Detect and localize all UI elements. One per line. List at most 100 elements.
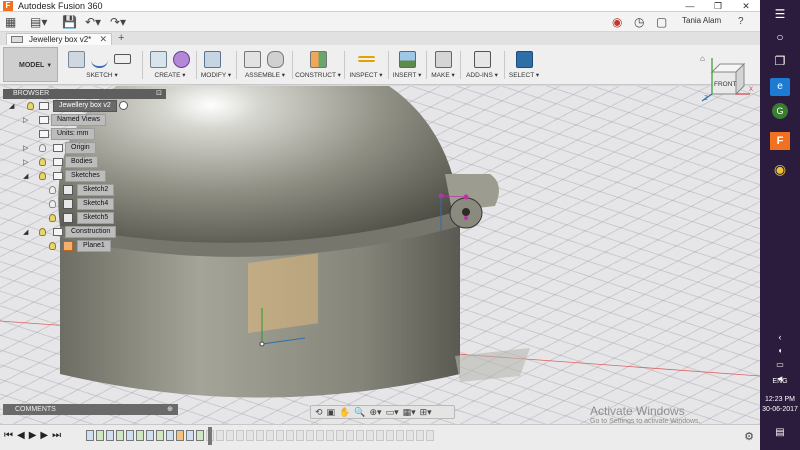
sketch-pencil-icon[interactable]	[68, 50, 85, 68]
tab-close-icon[interactable]: ✕	[99, 34, 107, 45]
expand-arrow-icon[interactable]: ▷	[23, 144, 28, 152]
sketch4-label[interactable]: Sketch4	[77, 198, 115, 210]
app-green-icon[interactable]: G	[772, 103, 788, 119]
new-tab-button[interactable]: +	[118, 32, 124, 44]
press-pull-icon[interactable]	[204, 50, 221, 68]
timeline-feature[interactable]	[376, 430, 384, 441]
pan-icon[interactable]: ✋	[339, 407, 350, 418]
sketch2-label[interactable]: Sketch2	[77, 184, 115, 196]
timeline-start-icon[interactable]: ⏮	[4, 430, 13, 441]
create-menu[interactable]: CREATE	[155, 72, 181, 79]
insert-menu[interactable]: INSERT	[393, 72, 417, 79]
display-settings-icon[interactable]: ▭▾	[386, 407, 399, 418]
timeline-feature[interactable]	[216, 430, 224, 441]
browser-pin-icon[interactable]: ⊡	[156, 89, 162, 99]
view-cube[interactable]: FRONT X Z ⌂	[700, 54, 755, 104]
fit-zoom-icon[interactable]: ⊕▾	[370, 407, 382, 418]
joint-icon[interactable]	[267, 50, 284, 68]
clock-date[interactable]: 30-06-2017	[760, 406, 800, 413]
timeline-feature[interactable]	[336, 430, 344, 441]
visibility-bulb-icon[interactable]	[39, 144, 46, 152]
document-tab[interactable]: Jewellery box v2* ✕	[6, 33, 112, 45]
timeline-forward-icon[interactable]: ▶	[40, 430, 48, 441]
timeline-feature[interactable]	[286, 430, 294, 441]
visibility-bulb-icon[interactable]	[49, 214, 56, 222]
file-menu-icon[interactable]: ▤▾	[30, 15, 47, 29]
add-ins-menu[interactable]: ADD-INS	[466, 72, 493, 79]
timeline-marker[interactable]	[208, 427, 212, 445]
select-group[interactable]: SELECT ▾	[506, 47, 542, 83]
timeline-feature[interactable]	[296, 430, 304, 441]
timeline-feature[interactable]	[166, 430, 174, 441]
zoom-icon[interactable]: 🔍	[354, 407, 365, 418]
offset-plane-icon[interactable]	[309, 50, 327, 68]
visibility-bulb-icon[interactable]	[49, 186, 56, 194]
timeline-feature[interactable]	[186, 430, 194, 441]
3d-print-icon[interactable]	[434, 50, 452, 68]
sketch5-label[interactable]: Sketch5	[77, 212, 115, 224]
timeline-feature[interactable]	[426, 430, 434, 441]
bodies-label[interactable]: Bodies	[65, 156, 99, 168]
timeline-back-icon[interactable]: ◀	[17, 430, 25, 441]
viewports-icon[interactable]: ⊞▾	[420, 407, 432, 418]
activate-radio-icon[interactable]	[119, 101, 128, 110]
insert-image-icon[interactable]	[398, 50, 416, 68]
visibility-bulb-icon[interactable]	[39, 158, 46, 166]
help-icon[interactable]: ?	[738, 15, 744, 29]
construct-group[interactable]: CONSTRUCT ▾	[294, 47, 342, 83]
language-indicator[interactable]: ENG	[760, 378, 800, 385]
sphere-form-icon[interactable]	[173, 50, 190, 68]
visibility-bulb-icon[interactable]	[27, 102, 34, 110]
select-menu[interactable]: SELECT	[509, 72, 534, 79]
timeline-feature[interactable]	[366, 430, 374, 441]
undo-icon[interactable]: ↶▾	[85, 15, 101, 29]
units-label[interactable]: Units: mm	[51, 128, 95, 140]
chrome-browser-icon[interactable]: ◉	[770, 160, 790, 178]
browser-row-named-views[interactable]: ▷ Named Views	[3, 113, 168, 127]
expand-arrow-icon[interactable]: ▷	[23, 116, 28, 124]
browser-root-label[interactable]: Jewellery box v2	[53, 100, 117, 112]
timeline-feature[interactable]	[306, 430, 314, 441]
construct-menu[interactable]: CONSTRUCT	[295, 72, 336, 79]
timeline-feature[interactable]	[316, 430, 324, 441]
timeline-feature[interactable]	[386, 430, 394, 441]
construction-label[interactable]: Construction	[65, 226, 117, 238]
timeline-feature[interactable]	[126, 430, 134, 441]
timeline-feature[interactable]	[116, 430, 124, 441]
timeline-feature[interactable]	[346, 430, 354, 441]
timeline-feature[interactable]	[396, 430, 404, 441]
visibility-bulb-icon[interactable]	[49, 200, 56, 208]
make-menu[interactable]: MAKE	[431, 72, 449, 79]
comments-add-icon[interactable]: ⊕	[167, 404, 173, 415]
collapse-arrow-icon[interactable]: ◢	[23, 172, 28, 180]
inspect-group[interactable]: INSPECT ▾	[346, 47, 386, 83]
visibility-bulb-icon[interactable]	[39, 172, 46, 180]
sketch-group[interactable]: SKETCH ▾	[64, 47, 140, 83]
timeline-feature[interactable]	[246, 430, 254, 441]
named-views-label[interactable]: Named Views	[51, 114, 107, 126]
timeline-feature[interactable]	[176, 430, 184, 441]
timeline-feature[interactable]	[226, 430, 234, 441]
task-view-icon[interactable]: ❐	[770, 52, 790, 70]
edge-browser-icon[interactable]: e	[770, 78, 790, 96]
viewcube-front-label[interactable]: FRONT	[714, 81, 736, 88]
browser-header[interactable]: BROWSER ⊡	[3, 89, 166, 99]
timeline-feature[interactable]	[136, 430, 144, 441]
insert-group[interactable]: INSERT ▾	[390, 47, 424, 83]
minimize-button[interactable]: —	[676, 0, 704, 12]
browser-row-sketch4[interactable]: Sketch4	[3, 197, 168, 211]
scripts-addins-icon[interactable]	[473, 50, 491, 68]
browser-row-sketch5[interactable]: Sketch5	[3, 211, 168, 225]
visibility-bulb-icon[interactable]	[39, 228, 46, 236]
select-cursor-icon[interactable]	[515, 50, 533, 68]
browser-row-bodies[interactable]: ▷ Bodies	[3, 155, 168, 169]
browser-row-sketch2[interactable]: Sketch2	[3, 183, 168, 197]
timeline-feature[interactable]	[356, 430, 364, 441]
cortana-circle-icon[interactable]: ○	[770, 28, 790, 46]
maximize-button[interactable]: ❐	[704, 0, 732, 12]
timeline-feature[interactable]	[236, 430, 244, 441]
data-panel-grid-icon[interactable]: ▦	[5, 15, 16, 29]
notification-icon[interactable]: ▢	[656, 15, 667, 29]
browser-row-origin[interactable]: ▷ Origin	[3, 141, 168, 155]
timeline-feature[interactable]	[106, 430, 114, 441]
